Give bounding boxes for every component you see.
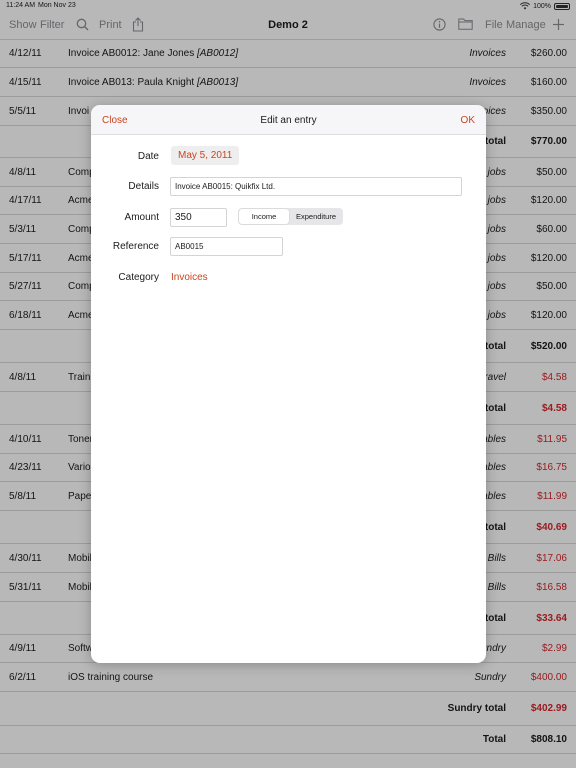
dialog-title: Edit an entry [260, 115, 317, 126]
ok-button[interactable]: OK [461, 115, 475, 126]
income-expenditure-toggle: Income Expenditure [238, 208, 343, 225]
expenditure-segment[interactable]: Expenditure [290, 209, 342, 224]
close-button[interactable]: Close [102, 115, 128, 126]
edit-entry-dialog: Close Edit an entry OK Date May 5, 2011 … [91, 105, 486, 663]
amount-label: Amount [124, 212, 159, 223]
date-label: Date [137, 151, 159, 162]
amount-field[interactable]: 350 [170, 208, 227, 227]
income-segment[interactable]: Income [239, 209, 289, 224]
date-picker-button[interactable]: May 5, 2011 [171, 146, 240, 165]
category-selector[interactable]: Invoices [171, 272, 208, 283]
dialog-header: Close Edit an entry OK [91, 105, 486, 135]
details-label: Details [128, 181, 159, 192]
reference-label: Reference [112, 241, 159, 252]
reference-field[interactable]: AB0015 [170, 237, 283, 256]
category-label: Category [118, 272, 159, 283]
details-field[interactable]: Invoice AB0015: Quikfix Ltd. [170, 177, 462, 196]
